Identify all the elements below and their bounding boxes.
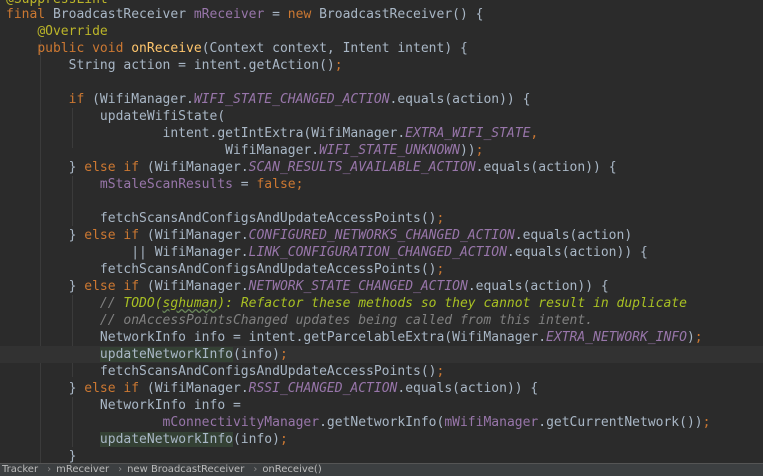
code-line[interactable]: fetchScansAndConfigsAndUpdateAccessPoint… (6, 261, 763, 278)
code-line[interactable] (6, 193, 763, 210)
code-line[interactable]: || WifiManager.LINK_CONFIGURATION_CHANGE… (6, 244, 763, 261)
code-line[interactable]: } else if (WifiManager.CONFIGURED_NETWOR… (6, 227, 763, 244)
code-line-current[interactable]: updateNetworkInfo(info); (0, 346, 763, 363)
code-line[interactable]: mConnectivityManager.getNetworkInfo(mWif… (6, 414, 763, 431)
code-line[interactable]: WifiManager.WIFI_STATE_UNKNOWN)); (6, 142, 763, 159)
code-line[interactable]: // TODO(sghuman): Refactor these methods… (6, 295, 763, 312)
code-line[interactable]: fetchScansAndConfigsAndUpdateAccessPoint… (6, 363, 763, 380)
code-line[interactable] (6, 74, 763, 91)
code-line[interactable]: updateWifiState( (6, 108, 763, 125)
breadcrumb-separator: › (118, 464, 123, 475)
breadcrumb-item-method[interactable]: onReceive() (260, 464, 327, 476)
breadcrumb-item-anonymous-class[interactable]: new BroadcastReceiver (125, 464, 250, 476)
breadcrumb-separator: › (253, 464, 258, 475)
breadcrumb: Tracker › mReceiver › new BroadcastReceiver ›… (0, 463, 763, 476)
code-line[interactable]: if (WifiManager.WIFI_STATE_CHANGED_ACTIO… (6, 91, 763, 108)
code-editor[interactable]: @SuppressLintfinal BroadcastReceiver mRe… (0, 0, 763, 464)
code-line[interactable]: } else if (WifiManager.NETWORK_STATE_CHA… (6, 278, 763, 295)
code-line[interactable]: NetworkInfo info = intent.getParcelableE… (6, 329, 763, 346)
breadcrumb-separator: › (47, 464, 52, 475)
code-line[interactable]: String action = intent.getAction(); (6, 57, 763, 74)
code-line[interactable]: // onAccessPointsChanged updates being c… (6, 312, 763, 329)
code-line[interactable]: } else if (WifiManager.SCAN_RESULTS_AVAI… (6, 159, 763, 176)
code-line[interactable]: intent.getIntExtra(WifiManager.EXTRA_WIF… (6, 125, 763, 142)
code-line[interactable]: public void onReceive(Context context, I… (6, 40, 763, 57)
breadcrumb-item-field[interactable]: mReceiver (54, 464, 115, 476)
code-line[interactable]: NetworkInfo info = (6, 397, 763, 414)
code-line[interactable]: fetchScansAndConfigsAndUpdateAccessPoint… (6, 210, 763, 227)
code-line[interactable]: } (6, 448, 763, 464)
code-line[interactable]: final BroadcastReceiver mReceiver = new … (6, 6, 763, 23)
code-line[interactable]: @Override (6, 23, 763, 40)
code-line[interactable]: } else if (WifiManager.RSSI_CHANGED_ACTI… (6, 380, 763, 397)
breadcrumb-item-class[interactable]: Tracker (0, 464, 44, 476)
code-line[interactable]: updateNetworkInfo(info); (6, 431, 763, 448)
code-line[interactable]: mStaleScanResults = false; (6, 176, 763, 193)
